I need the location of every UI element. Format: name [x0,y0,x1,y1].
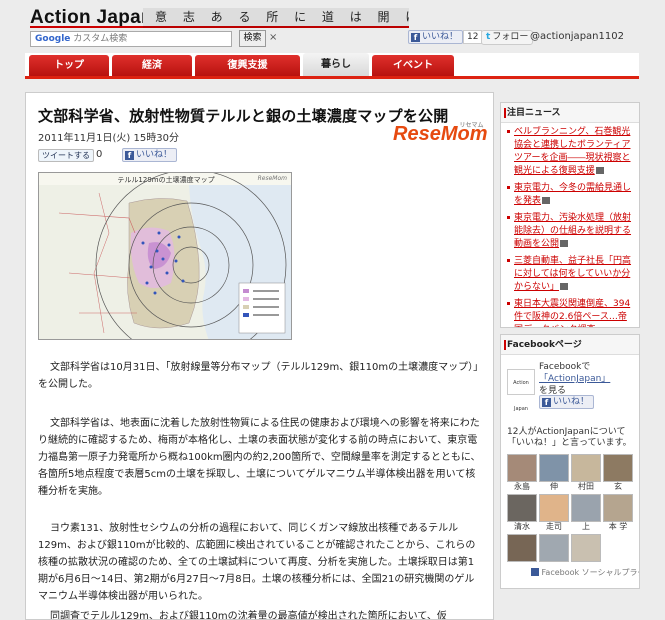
tab-recovery-support[interactable]: 復興支援 [195,55,300,76]
camera-icon [560,240,569,247]
article-like-label: いいね！ [136,150,173,160]
camera-icon [560,283,569,290]
search-button[interactable]: 検索 [239,30,266,47]
fan-avatar[interactable]: 伸 [539,454,569,492]
facebook-page-title: Facebookページ [501,335,639,355]
avatar [507,494,537,522]
clear-search-icon[interactable]: × [269,32,277,43]
fan-avatar[interactable]: 走司 [539,494,569,532]
article-paragraph: ヨウ素131、放射性セシウムの分析の過程において、同じくガンマ線放出核種であるテ… [38,523,476,602]
fan-avatar[interactable] [571,534,601,562]
fan-name: 村田 [578,482,594,491]
fan-avatar[interactable]: 本 学 [603,494,633,532]
news-item[interactable]: ベルブランニング、石巻観光協会と連携したボランティアツアーを企画――現状視察と観… [507,126,633,178]
avatar [507,454,537,482]
fan-avatar[interactable]: 玄 [603,454,633,492]
news-item[interactable]: 三菱自動車、益子社長「円高に対しては何をしていいか分からない」 [507,255,633,294]
article-paragraph: 文部科学省は、地表面に沈着した放射性物質による住民の健康および環境への影響を将来… [38,418,481,497]
fan-name: 伸 [550,482,558,491]
tab-events[interactable]: イベント [372,55,454,76]
search-input[interactable]: Google カスタム検索 [30,31,232,47]
facebook-icon [531,568,539,576]
news-item[interactable]: 東京電力、汚染水処理（放射能除去）の仕組みを説明する動画を公開 [507,212,633,251]
news-link[interactable]: 東日本大震災関連倒産、394件で阪神の2.6倍ペース…帝国データバンク調査 [514,299,630,327]
fan-name: 本 学 [608,522,628,531]
fan-avatar[interactable]: 上 [571,494,601,532]
actionjapan-page-link[interactable]: 「ActionJapan」 [539,374,610,384]
facebook-page-panel: Facebookページ Action Japan Facebookで「Actio… [500,334,640,589]
article-like-button[interactable]: f いいね！ [122,148,178,162]
article-paragraph: 文部科学省は10月31日、「放射線量等分布マップ（テルル129m、銀110mの土… [38,362,484,390]
fan-name: 走司 [546,522,562,531]
tab-top[interactable]: トップ [29,55,109,76]
avatar [603,494,633,522]
fan-avatar[interactable]: 村田 [571,454,601,492]
facebook-icon: f [411,33,420,42]
map-graphic [39,173,291,339]
article-date: 2011年11月1日(火) 15時30分 [38,133,179,144]
news-link[interactable]: 東京電力、汚染水処理（放射能除去）の仕組みを説明する動画を公開 [514,213,631,249]
resemom-logo[interactable]: ReseMom リセマム [393,123,487,146]
facebook-icon: f [542,398,551,407]
radiation-map-image[interactable]: テルル129mの土壌濃度マップ ReseMom [38,172,292,340]
facebook-like-button[interactable]: f いいね！ [408,30,464,44]
fan-name: 永島 [514,482,530,491]
camera-icon [542,197,551,204]
news-link[interactable]: ベルブランニング、石巻観光協会と連携したボランティアツアーを企画――現状視察と観… [514,127,630,176]
plugin-label: Facebook ソーシャルプラグイン [541,568,639,577]
facebook-social-plugin[interactable]: Facebook ソーシャルプラグイン [531,567,639,578]
article-paragraph: 同調査でテルル129m、および銀110mの沈着量の最高値が検出された箇所において… [50,611,447,620]
camera-icon [595,167,604,174]
featured-news-title: 注目ニュース [501,103,639,123]
fb-text-before: Facebookで [539,362,591,372]
tab-living[interactable]: 暮らし [303,53,369,76]
avatar [571,454,601,482]
actionjapan-fb-logo[interactable]: Action Japan [507,369,535,412]
avatar [603,454,633,482]
fan-avatar[interactable]: 永島 [507,454,537,492]
fb-page-like-label: いいね！ [553,397,590,407]
like-count: 12 [463,30,483,44]
twitter-follow-button[interactable]: t フォロー [481,30,534,45]
news-item[interactable]: 東京電力、今冬の需給見通しを発表 [507,182,633,208]
facebook-icon: f [125,151,134,160]
twitter-bird-icon: t [486,32,491,42]
like-label: いいね！ [422,32,459,42]
fan-name: 玄 [614,482,622,491]
tweet-button[interactable]: ツイートする [38,149,94,162]
header-divider [30,26,143,28]
fan-avatar[interactable]: 清水 [507,494,537,532]
twitter-handle[interactable]: @actionjapan1102 [530,31,624,42]
main-nav: トップ 経済 復興支援 暮らし イベント [25,53,639,79]
site-motto: 意 志 あ る 所 に 道 は 開 け る 。 [143,8,409,28]
avatar [539,454,569,482]
facebook-page-link: Facebookで「ActionJapan」を見る [539,361,615,397]
fb-page-like-button[interactable]: f いいね！ [539,395,595,409]
avatar [539,534,569,562]
avatar [571,534,601,562]
avatar [571,494,601,522]
avatar [539,494,569,522]
resemom-logo-kana: リセマム [459,123,484,129]
follow-label: フォロー [492,32,529,42]
tab-economy[interactable]: 経済 [112,55,192,76]
fan-avatar[interactable] [539,534,569,562]
featured-news-panel: 注目ニュース ベルブランニング、石巻観光協会と連携したボランティアツアーを企画―… [500,102,640,328]
fans-count-text: 12人がActionJapanについて「いいね！」と言っています。 [507,427,632,448]
article-card: 文部科学省、放射性物質テルルと銀の土壌濃度マップを公開 2011年11月1日(火… [25,92,494,620]
fan-avatar[interactable] [507,534,537,562]
google-brand: Google [35,34,71,44]
fan-name: 清水 [514,522,530,531]
news-list: ベルブランニング、石巻観光協会と連携したボランティアツアーを企画――現状視察と観… [501,123,639,327]
news-link[interactable]: 三菱自動車、益子社長「円高に対しては何をしていいか分からない」 [514,256,631,292]
news-item[interactable]: 東日本大震災関連倒産、394件で阪神の2.6倍ペース…帝国データバンク調査 [507,298,633,327]
search-placeholder: カスタム検索 [73,34,128,44]
tweet-count: 0 [96,149,103,160]
avatar [507,534,537,562]
fan-name: 上 [582,522,590,531]
news-link[interactable]: 東京電力、今冬の需給見通しを発表 [514,183,631,206]
